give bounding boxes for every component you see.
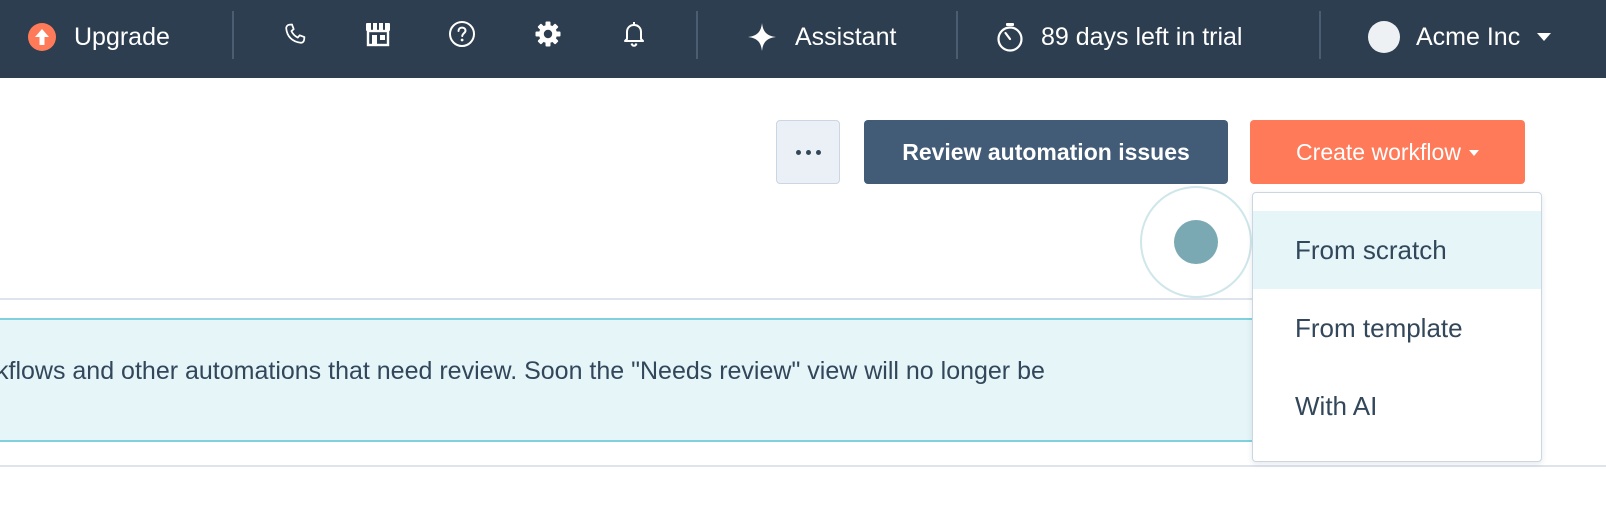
create-workflow-button[interactable]: Create workflow: [1250, 120, 1525, 184]
sparkle-icon: [747, 22, 777, 52]
banner-text: kflows and other automations that need r…: [0, 357, 1045, 385]
caret-down-icon: [1468, 150, 1479, 156]
cursor-indicator: [1174, 220, 1218, 264]
more-dots-icon: [795, 149, 801, 155]
help-button[interactable]: [447, 0, 477, 74]
help-icon: [448, 20, 476, 55]
info-banner: kflows and other automations that need r…: [0, 318, 1266, 442]
nav-separator: [232, 11, 234, 59]
trial-status[interactable]: 89 days left in trial: [995, 0, 1243, 74]
phone-icon: [282, 21, 308, 54]
divider: [0, 465, 1606, 467]
assistant-button[interactable]: Assistant: [747, 0, 896, 74]
nav-separator: [696, 11, 698, 59]
more-dots-icon: [815, 149, 821, 155]
upgrade-button[interactable]: Upgrade: [28, 0, 170, 74]
settings-button[interactable]: [533, 0, 563, 74]
account-menu[interactable]: Acme Inc: [1368, 0, 1552, 74]
avatar: [1368, 21, 1400, 53]
more-actions-button[interactable]: [776, 120, 840, 184]
marketplace-icon: [364, 21, 392, 54]
notifications-icon: [621, 20, 647, 55]
timer-icon: [995, 21, 1025, 53]
chevron-down-icon: [1536, 32, 1552, 42]
phone-button[interactable]: [280, 0, 310, 74]
marketplace-button[interactable]: [363, 0, 393, 74]
dropdown-item-with-ai[interactable]: With AI: [1253, 367, 1541, 445]
account-name: Acme Inc: [1416, 22, 1521, 51]
create-workflow-dropdown: From scratch From template With AI: [1252, 192, 1542, 462]
more-dots-icon: [805, 149, 811, 155]
upgrade-arrow-icon: [28, 23, 56, 51]
assistant-label: Assistant: [795, 22, 897, 51]
upgrade-label: Upgrade: [74, 22, 170, 51]
dropdown-item-from-scratch[interactable]: From scratch: [1253, 211, 1541, 289]
nav-separator: [956, 11, 958, 59]
top-navigation-bar: Upgrade Assistant 89 days left in trial …: [0, 0, 1606, 78]
trial-text: 89 days left in trial: [1041, 22, 1243, 51]
create-workflow-label: Create workflow: [1296, 138, 1461, 165]
main-content: Review automation issues Create workflow…: [0, 78, 1606, 506]
notifications-button[interactable]: [619, 0, 649, 74]
dropdown-item-from-template[interactable]: From template: [1253, 289, 1541, 367]
settings-icon: [534, 20, 562, 55]
nav-separator: [1319, 11, 1321, 59]
review-automation-issues-button[interactable]: Review automation issues: [864, 120, 1228, 184]
divider: [0, 298, 1260, 300]
